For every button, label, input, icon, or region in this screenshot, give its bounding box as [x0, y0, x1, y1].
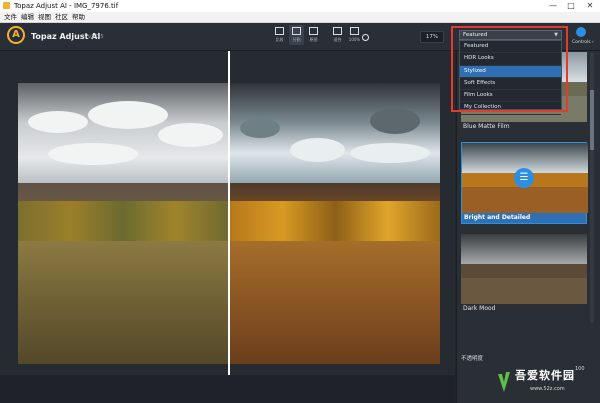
panel-scroll-thumb[interactable] — [590, 90, 594, 150]
preview-canvas[interactable] — [0, 51, 455, 375]
view-mode-group: 比较 分割 原图 — [272, 25, 321, 45]
zoom-group: 适合 100% — [330, 25, 362, 45]
close-button[interactable]: ✕ — [580, 0, 600, 12]
menu-help[interactable]: 帮助 — [72, 12, 85, 22]
adjusted-image — [230, 83, 440, 364]
preset-thumb-dark-mood[interactable]: Dark Mood — [461, 234, 587, 314]
compare-view-button[interactable]: 比较 — [272, 25, 287, 45]
window-titlebar: Topaz Adjust AI - IMG_7976.tif — □ ✕ — [0, 0, 600, 12]
menu-view[interactable]: 视图 — [38, 12, 51, 22]
preset-label: Blue Matte Film — [463, 123, 510, 130]
navigator-icon[interactable] — [362, 34, 369, 41]
watermark-url: www.52z.com — [530, 386, 565, 392]
fit-icon — [333, 27, 342, 35]
window-controls: — □ ✕ — [544, 0, 600, 12]
controls-button[interactable]: Controls › — [572, 27, 596, 47]
topaz-logo-icon: A — [7, 26, 25, 44]
zoom-value-field[interactable]: 17% — [420, 31, 444, 43]
maximize-button[interactable]: □ — [562, 0, 580, 12]
menu-file[interactable]: 文件 — [4, 12, 17, 22]
compare-icon — [275, 27, 284, 35]
original-image — [18, 83, 228, 364]
split-divider-handle[interactable] — [228, 51, 230, 375]
zoom-100-button[interactable]: 100% — [347, 25, 362, 45]
sliders-icon — [576, 27, 586, 37]
preset-thumb-bright-and-detailed[interactable]: ☰ Bright and Detailed — [461, 142, 588, 224]
split-view-button[interactable]: 分割 — [289, 25, 304, 45]
preset-label: Dark Mood — [463, 305, 496, 312]
app-version: v1.0.5 — [88, 34, 104, 40]
highlight-annotation-box — [451, 26, 568, 112]
menu-community[interactable]: 社区 — [55, 12, 68, 22]
minimize-button[interactable]: — — [544, 0, 562, 12]
original-view-button[interactable]: 原图 — [306, 25, 321, 45]
menu-edit[interactable]: 编辑 — [21, 12, 34, 22]
preset-label: Bright and Detailed — [462, 213, 586, 223]
watermark-logo-icon — [498, 372, 510, 392]
canvas-bottom-strip — [0, 375, 455, 403]
window-title: Topaz Adjust AI - IMG_7976.tif — [14, 2, 119, 10]
zoom-100-icon — [350, 27, 359, 35]
watermark-text: 吾爱软件园 — [515, 369, 575, 382]
menu-bar: 文件 编辑 视图 社区 帮助 — [0, 12, 600, 23]
adjust-sliders-icon[interactable]: ☰ — [514, 168, 534, 188]
split-view-icon — [292, 27, 301, 35]
fit-button[interactable]: 适合 — [330, 25, 345, 45]
app-icon — [3, 2, 10, 9]
original-icon — [309, 27, 318, 35]
opacity-label: 不透明度 — [461, 356, 484, 362]
opacity-value: 100 — [575, 366, 585, 372]
